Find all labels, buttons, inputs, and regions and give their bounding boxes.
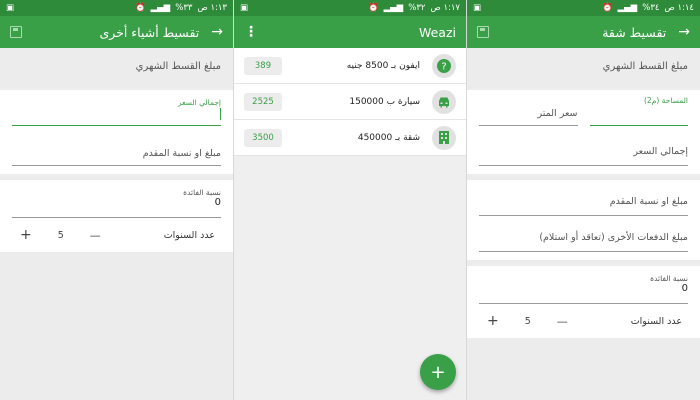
years-decrement-button[interactable]: — (557, 315, 568, 328)
app-bar: تقسيط أشياء أخرى → (0, 16, 233, 48)
save-icon[interactable] (10, 26, 22, 38)
item-text: شقة بـ 450000 (357, 132, 420, 143)
status-time: ١:١٣ ص (197, 3, 227, 13)
status-time: ١:١٤ ص (664, 3, 694, 13)
monthly-value-badge: 2525 (244, 92, 282, 111)
app-title: Weazi (418, 24, 456, 40)
years-increment-button[interactable]: + (487, 313, 499, 329)
interest-field[interactable]: نسبة الفائدة 0 (479, 274, 688, 304)
payments-card: مبلغ او نسبة المقدم مبلغ الدفعات الأخرى … (467, 180, 700, 260)
alarm-icon: ⏰ (602, 3, 613, 13)
total-price-field[interactable]: إجمالي السعر (479, 140, 688, 166)
interest-value: 0 (681, 283, 688, 294)
image-icon: ▣ (6, 3, 15, 13)
down-payment-placeholder: مبلغ او نسبة المقدم (142, 148, 221, 159)
image-icon: ▣ (240, 3, 249, 13)
price-card: سعر المتر المساحة (م2) إجمالي السعر (467, 90, 700, 174)
building-icon (432, 125, 456, 150)
list-item[interactable]: 3500 شقة بـ 450000 (234, 120, 466, 156)
years-stepper: + 5 — عدد السنوات (479, 304, 688, 338)
interest-label: نسبة الفائدة (183, 188, 221, 197)
area-field[interactable]: المساحة (م2) (589, 96, 688, 126)
battery-text: %٣٣ (175, 3, 193, 13)
meter-price-field[interactable]: سعر المتر (479, 96, 578, 126)
other-payments-field[interactable]: مبلغ الدفعات الأخرى (تعاقد أو استلام) (479, 226, 688, 252)
total-price-placeholder: إجمالي السعر (633, 146, 688, 157)
screen-weazi-list: ▣ ⏰ ▂▄▆ %٣٢ ١:١٧ ص ⋮ Weazi 389 ايفون بـ … (233, 0, 467, 400)
app-bar: ⋮ Weazi (234, 16, 466, 48)
total-price-label: إجمالي السعر (177, 98, 221, 107)
back-arrow-icon[interactable]: → (678, 24, 690, 40)
status-bar: ▣ ⏰ ▂▄▆ %٣٢ ١:١٧ ص (234, 0, 466, 16)
text-cursor (220, 108, 221, 120)
years-value: 5 (524, 315, 531, 327)
interest-card: نسبة الفائدة 0 + 5 — عدد السنوات (0, 180, 233, 252)
interest-field[interactable]: نسبة الفائدة 0 (12, 188, 221, 218)
years-value: 5 (57, 229, 64, 241)
down-payment-field[interactable]: مبلغ او نسبة المقدم (12, 140, 221, 166)
years-label: عدد السنوات (630, 315, 682, 327)
other-payments-placeholder: مبلغ الدفعات الأخرى (تعاقد أو استلام) (539, 232, 688, 243)
question-icon: ? (432, 53, 456, 78)
interest-label: نسبة الفائدة (650, 274, 688, 283)
item-text: سيارة ب 150000 (349, 96, 420, 107)
down-payment-placeholder: مبلغ او نسبة المقدم (609, 196, 688, 207)
add-item-button[interactable]: + (420, 354, 456, 390)
list-item[interactable]: 2525 سيارة ب 150000 (234, 84, 466, 120)
screen-other-items: ▣ ⏰ ▂▄▆ %٣٣ ١:١٣ ص تقسيط أشياء أخرى → مب… (0, 0, 233, 400)
screen-apartment: ▣ ⏰ ▂▄▆ %٣٤ ١:١٤ ص تقسيط شقة → مبلغ القس… (467, 0, 700, 400)
signal-icon: ▂▄▆ (617, 3, 638, 13)
save-icon[interactable] (477, 26, 489, 38)
monthly-value-badge: 389 (244, 56, 282, 75)
list-item[interactable]: 389 ايفون بـ 8500 جنيه ? (234, 48, 466, 84)
alarm-icon: ⏰ (368, 3, 379, 13)
monthly-installment-label: مبلغ القسط الشهري (467, 48, 700, 84)
page-title: تقسيط أشياء أخرى (99, 24, 200, 40)
interest-card: نسبة الفائدة 0 + 5 — عدد السنوات (467, 266, 700, 338)
monthly-value-badge: 3500 (244, 128, 282, 147)
more-vert-icon[interactable]: ⋮ (244, 24, 258, 40)
svg-text:?: ? (441, 61, 446, 72)
page-title: تقسيط شقة (602, 24, 667, 40)
years-label: عدد السنوات (163, 229, 215, 241)
monthly-installment-label: مبلغ القسط الشهري (0, 48, 233, 84)
item-text: ايفون بـ 8500 جنيه (346, 60, 420, 71)
image-icon: ▣ (473, 3, 482, 13)
items-list: 389 ايفون بـ 8500 جنيه ? 2525 سيارة ب 15… (234, 48, 466, 156)
battery-text: %٣٢ (408, 3, 426, 13)
alarm-icon: ⏰ (135, 3, 146, 13)
price-card: إجمالي السعر مبلغ او نسبة المقدم (0, 90, 233, 174)
signal-icon: ▂▄▆ (150, 3, 171, 13)
back-arrow-icon[interactable]: → (211, 24, 223, 40)
years-stepper: + 5 — عدد السنوات (12, 218, 221, 252)
car-icon (432, 89, 456, 114)
screens-container: ▣ ⏰ ▂▄▆ %٣٣ ١:١٣ ص تقسيط أشياء أخرى → مب… (0, 0, 700, 400)
interest-value: 0 (214, 197, 221, 208)
app-bar: تقسيط شقة → (467, 16, 700, 48)
status-bar: ▣ ⏰ ▂▄▆ %٣٣ ١:١٣ ص (0, 0, 233, 16)
status-time: ١:١٧ ص (430, 3, 460, 13)
years-decrement-button[interactable]: — (90, 229, 101, 242)
total-price-field[interactable]: إجمالي السعر (12, 98, 221, 126)
years-increment-button[interactable]: + (20, 227, 32, 243)
signal-icon: ▂▄▆ (383, 3, 404, 13)
meter-price-placeholder: سعر المتر (537, 108, 578, 119)
down-payment-field[interactable]: مبلغ او نسبة المقدم (479, 190, 688, 216)
status-bar: ▣ ⏰ ▂▄▆ %٣٤ ١:١٤ ص (467, 0, 700, 16)
battery-text: %٣٤ (642, 3, 660, 13)
area-label: المساحة (م2) (643, 96, 688, 105)
